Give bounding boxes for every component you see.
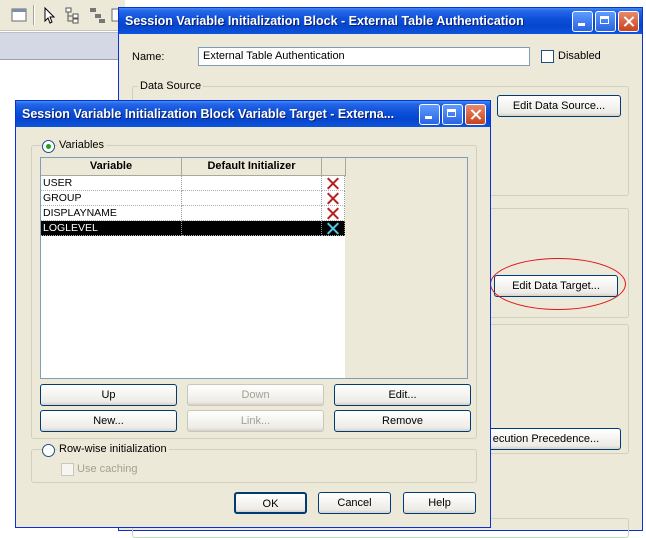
main-dialog-titlebar[interactable]: Session Variable Initialization Block - …: [119, 8, 642, 34]
table-row[interactable]: GROUP: [41, 191, 345, 206]
close-icon[interactable]: [465, 104, 486, 125]
delete-row-icon[interactable]: [326, 192, 341, 205]
variable-column-header[interactable]: Variable: [41, 158, 182, 176]
up-button[interactable]: Up: [40, 384, 177, 406]
annotation-oval: [490, 258, 626, 310]
variable-cell[interactable]: DISPLAYNAME: [41, 206, 182, 221]
variables-table[interactable]: Variable Default Initializer USER GROUP …: [40, 157, 468, 379]
default-initializer-column-header[interactable]: Default Initializer: [182, 158, 322, 176]
disabled-label: Disabled: [558, 50, 601, 62]
edit-data-source-button[interactable]: Edit Data Source...: [497, 95, 621, 117]
variable-cell[interactable]: GROUP: [41, 191, 182, 206]
tree-icon[interactable]: [88, 6, 106, 24]
default-initializer-cell[interactable]: [182, 176, 322, 191]
execution-precedence-button[interactable]: ecution Precedence...: [471, 428, 621, 450]
default-initializer-cell[interactable]: [182, 206, 322, 221]
close-icon[interactable]: [618, 11, 639, 32]
window-icon[interactable]: [10, 6, 28, 24]
table-row[interactable]: DISPLAYNAME: [41, 206, 345, 221]
minimize-icon[interactable]: [419, 104, 440, 125]
delete-column-header: [322, 158, 346, 176]
variable-target-title: Session Variable Initialization Block Va…: [22, 107, 395, 121]
background-toolbar: [0, 0, 127, 31]
ok-button[interactable]: OK: [234, 492, 307, 514]
table-row[interactable]: USER: [41, 176, 345, 191]
link-button[interactable]: Link...: [187, 410, 324, 432]
remove-button[interactable]: Remove: [334, 410, 471, 432]
help-button[interactable]: Help: [403, 492, 476, 514]
maximize-icon[interactable]: [595, 11, 616, 32]
default-initializer-cell[interactable]: [182, 221, 322, 236]
variables-radio-label: Variables: [57, 139, 107, 151]
variable-target-dialog: Session Variable Initialization Block Va…: [15, 100, 491, 528]
down-button[interactable]: Down: [187, 384, 324, 406]
disabled-checkbox[interactable]: [541, 50, 554, 63]
minimize-icon[interactable]: [572, 11, 593, 32]
rowwise-label: Row-wise initialization: [57, 443, 169, 455]
variable-cell[interactable]: LOGLEVEL: [41, 221, 182, 236]
variables-radio[interactable]: [42, 140, 55, 153]
main-dialog-title: Session Variable Initialization Block - …: [125, 14, 524, 28]
delete-row-icon[interactable]: [326, 207, 341, 220]
use-caching-label: Use caching: [77, 463, 138, 475]
default-initializer-cell[interactable]: [182, 191, 322, 206]
delete-row-icon[interactable]: [326, 177, 341, 190]
cancel-button[interactable]: Cancel: [318, 492, 391, 514]
name-label: Name:: [132, 51, 165, 63]
use-caching-checkbox[interactable]: [61, 463, 74, 476]
delete-row-icon[interactable]: [326, 222, 341, 235]
hierarchy-icon[interactable]: [64, 6, 82, 24]
edit-button[interactable]: Edit...: [334, 384, 471, 406]
name-field[interactable]: External Table Authentication: [198, 47, 530, 66]
maximize-icon[interactable]: [442, 104, 463, 125]
variable-cell[interactable]: USER: [41, 176, 182, 191]
table-row-selected[interactable]: LOGLEVEL: [41, 221, 345, 236]
pointer-icon[interactable]: [40, 6, 58, 24]
data-source-legend: Data Source: [138, 80, 204, 92]
background-header-band: [0, 32, 125, 60]
rowwise-radio[interactable]: [42, 444, 55, 457]
new-button[interactable]: New...: [40, 410, 177, 432]
